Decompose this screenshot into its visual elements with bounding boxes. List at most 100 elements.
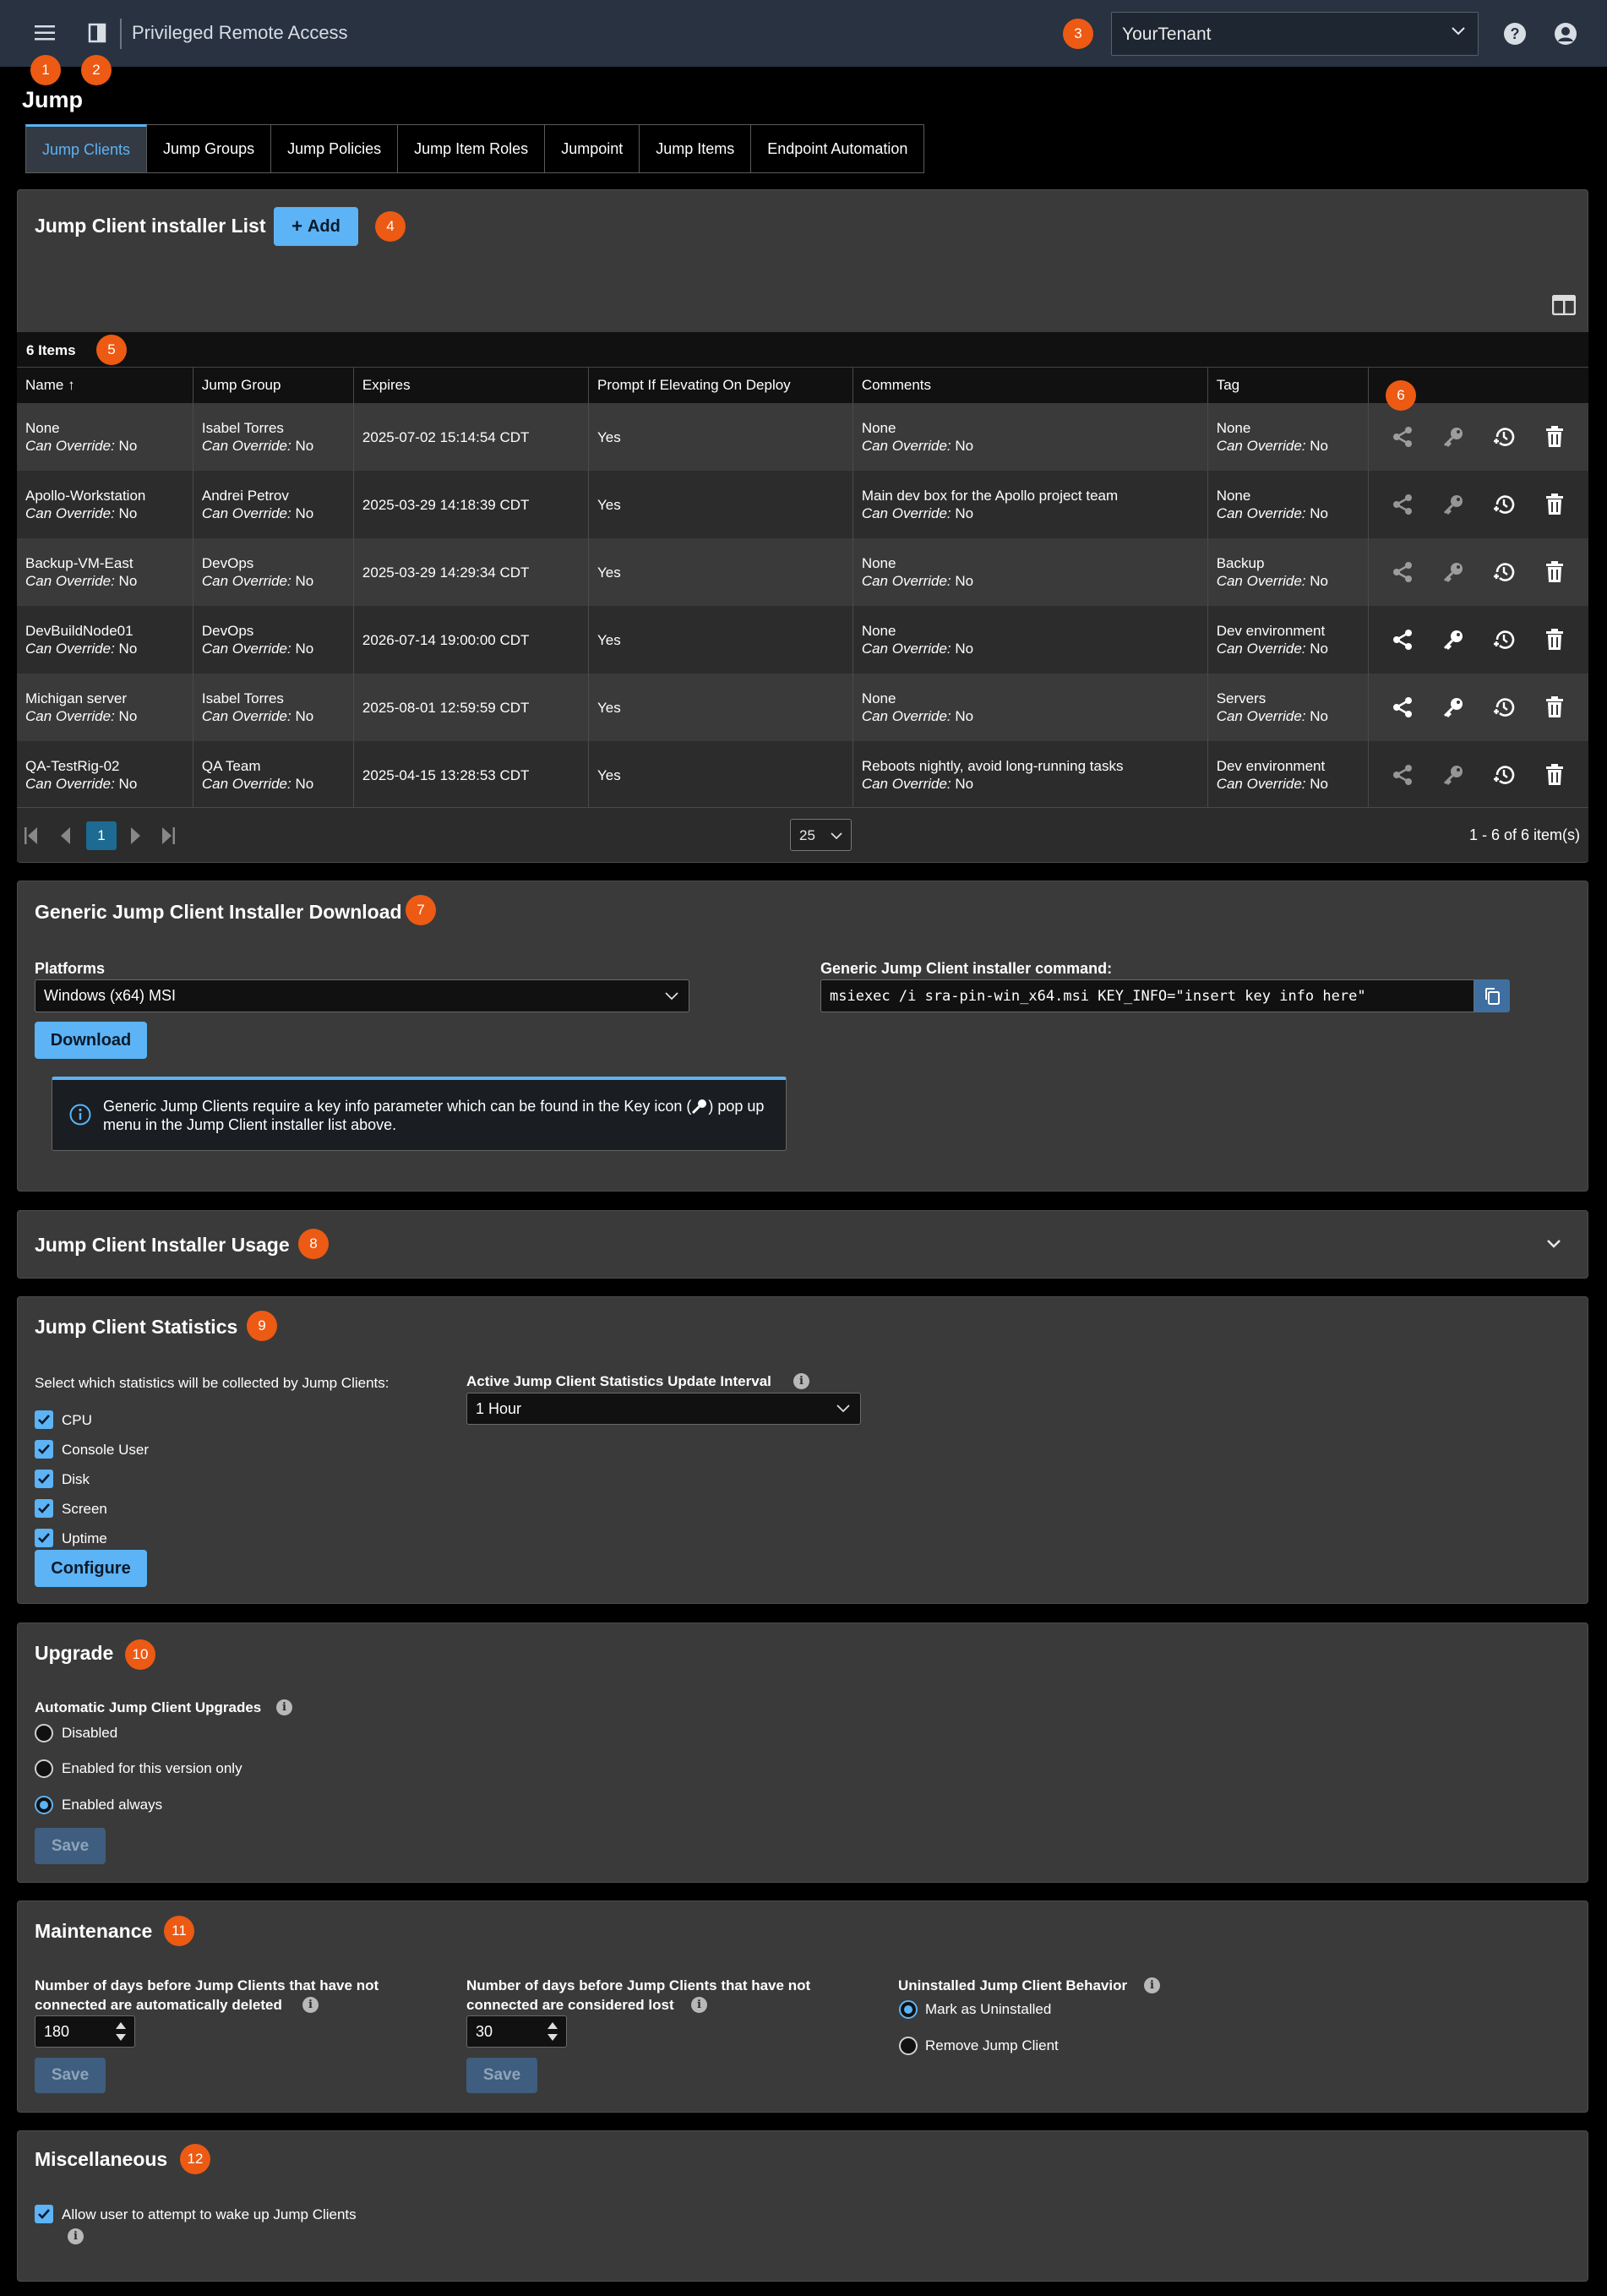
tab-jump-groups[interactable]: Jump Groups — [147, 124, 272, 173]
tab-jumpoint[interactable]: Jumpoint — [545, 124, 640, 173]
column-header-prompt[interactable]: Prompt If Elevating On Deploy — [588, 368, 853, 403]
chevron-down-icon[interactable] — [1546, 1239, 1561, 1249]
table-row[interactable]: QA-TestRig-02 Can Override: No QA Team Can … — [17, 741, 1588, 809]
help-icon[interactable]: ? — [1501, 20, 1528, 47]
key-icon[interactable] — [1428, 561, 1479, 583]
chevron-down-icon — [831, 832, 842, 840]
remove-jump-client-radio[interactable] — [899, 2037, 918, 2055]
cell-jump-group: Isabel Torres Can Override: No — [193, 674, 354, 741]
tenant-select[interactable]: YourTenant — [1111, 12, 1479, 56]
table-row[interactable]: None Can Override: No Isabel Torres Can Ove… — [17, 403, 1588, 471]
deleted-days-save-button[interactable]: Save — [35, 2058, 106, 2093]
cell-name: QA-TestRig-02 Can Override: No — [17, 741, 193, 809]
statistic-checkbox[interactable] — [35, 1470, 53, 1488]
previous-page-icon[interactable] — [56, 825, 74, 847]
statistic-checkbox[interactable] — [35, 1440, 53, 1459]
upgrade-option-radio[interactable] — [35, 1796, 53, 1814]
key-icon[interactable] — [1428, 426, 1479, 448]
upgrade-save-button[interactable]: Save — [35, 1828, 106, 1864]
cell-actions — [1368, 538, 1588, 606]
tab-jump-clients[interactable]: Jump Clients — [25, 124, 148, 173]
download-button[interactable]: Download — [35, 1022, 147, 1059]
history-icon[interactable] — [1479, 560, 1529, 584]
share-icon[interactable] — [1377, 426, 1428, 448]
statistics-title: Jump Client Statistics — [35, 1316, 238, 1338]
hamburger-menu-icon[interactable] — [32, 20, 57, 46]
tab-jump-items[interactable]: Jump Items — [640, 124, 752, 173]
history-icon[interactable] — [1479, 425, 1529, 449]
wake-up-checkbox[interactable] — [35, 2205, 53, 2223]
copy-command-button[interactable] — [1474, 979, 1510, 1012]
tab-endpoint-automation[interactable]: Endpoint Automation — [751, 124, 925, 173]
share-icon[interactable] — [1377, 561, 1428, 583]
page-number-button[interactable]: 1 — [86, 821, 117, 850]
add-installer-button[interactable]: + Add — [274, 207, 358, 246]
info-icon[interactable]: i — [1144, 1977, 1160, 1993]
upgrade-option-radio[interactable] — [35, 1759, 53, 1778]
share-icon[interactable] — [1377, 764, 1428, 786]
platforms-select[interactable]: Windows (x64) MSI — [35, 979, 689, 1012]
key-icon[interactable] — [1428, 629, 1479, 651]
trash-icon[interactable] — [1529, 629, 1580, 651]
lost-days-stepper[interactable]: 30 — [466, 2015, 567, 2048]
key-icon[interactable] — [1428, 764, 1479, 786]
history-icon[interactable] — [1479, 695, 1529, 719]
info-icon[interactable]: i — [302, 1997, 319, 2013]
statistic-checkbox[interactable] — [35, 1410, 53, 1429]
column-header-tag[interactable]: Tag — [1207, 368, 1369, 403]
history-icon[interactable] — [1479, 493, 1529, 516]
column-header-comments[interactable]: Comments — [853, 368, 1208, 403]
column-header-expires[interactable]: Expires — [353, 368, 590, 403]
next-page-icon[interactable] — [127, 825, 145, 847]
key-icon[interactable] — [1428, 696, 1479, 718]
column-header-jump-group[interactable]: Jump Group — [193, 368, 354, 403]
upgrade-title: Upgrade — [35, 1642, 114, 1664]
upgrade-option-radio[interactable] — [35, 1724, 53, 1742]
column-header-name[interactable]: Name ↑ — [17, 368, 193, 403]
trash-icon[interactable] — [1529, 494, 1580, 515]
info-icon[interactable]: i — [68, 2228, 84, 2244]
statistic-label: Console User — [62, 1442, 149, 1458]
lost-days-save-button[interactable]: Save — [466, 2058, 537, 2093]
table-row[interactable]: Backup-VM-East Can Override: No DevOps Can … — [17, 538, 1588, 606]
user-account-icon[interactable] — [1552, 20, 1579, 47]
app-title: Privileged Remote Access — [132, 22, 348, 43]
info-icon[interactable]: i — [793, 1373, 809, 1389]
stepper-arrows-icon[interactable] — [546, 2020, 559, 2043]
page-size-select[interactable]: 25 — [790, 819, 852, 851]
add-label: Add — [307, 216, 340, 236]
table-row[interactable]: Apollo-Workstation Can Override: No Andrei… — [17, 471, 1588, 538]
share-icon[interactable] — [1377, 629, 1428, 651]
trash-icon[interactable] — [1529, 561, 1580, 583]
key-icon[interactable] — [1428, 494, 1479, 515]
history-icon[interactable] — [1479, 763, 1529, 787]
trash-icon[interactable] — [1529, 764, 1580, 786]
table-row[interactable]: DevBuildNode01 Can Override: No DevOps Can … — [17, 606, 1588, 674]
history-icon[interactable] — [1479, 628, 1529, 652]
cell-tag: None Can Override: No — [1207, 471, 1369, 538]
configure-button[interactable]: Configure — [35, 1550, 147, 1587]
info-icon[interactable]: i — [691, 1997, 707, 2013]
trash-icon[interactable] — [1529, 696, 1580, 718]
can-override: Can Override: No — [201, 438, 314, 454]
table-row[interactable]: Michigan server Can Override: No Isabel To… — [17, 674, 1588, 741]
sidebar-toggle-icon[interactable] — [84, 20, 110, 46]
statistic-checkbox[interactable] — [35, 1529, 53, 1547]
row-actions — [1377, 560, 1580, 584]
column-chooser-icon[interactable] — [1551, 292, 1577, 318]
tab-jump-item-roles[interactable]: Jump Item Roles — [398, 124, 546, 173]
share-icon[interactable] — [1377, 494, 1428, 515]
first-page-icon[interactable] — [22, 825, 41, 847]
mark-uninstalled-radio[interactable] — [899, 2000, 918, 2019]
installer-command-field[interactable]: msiexec /i sra-pin-win_x64.msi KEY_INFO=… — [820, 979, 1474, 1012]
deleted-days-stepper[interactable]: 180 — [35, 2015, 135, 2048]
share-icon[interactable] — [1377, 696, 1428, 718]
last-page-icon[interactable] — [159, 825, 177, 847]
interval-select[interactable]: 1 Hour — [466, 1393, 861, 1425]
cell-tag: Backup Can Override: No — [1207, 538, 1369, 606]
statistic-checkbox[interactable] — [35, 1499, 53, 1518]
info-icon[interactable]: i — [276, 1699, 292, 1715]
tab-jump-policies[interactable]: Jump Policies — [271, 124, 399, 173]
trash-icon[interactable] — [1529, 426, 1580, 448]
stepper-arrows-icon[interactable] — [114, 2020, 128, 2043]
